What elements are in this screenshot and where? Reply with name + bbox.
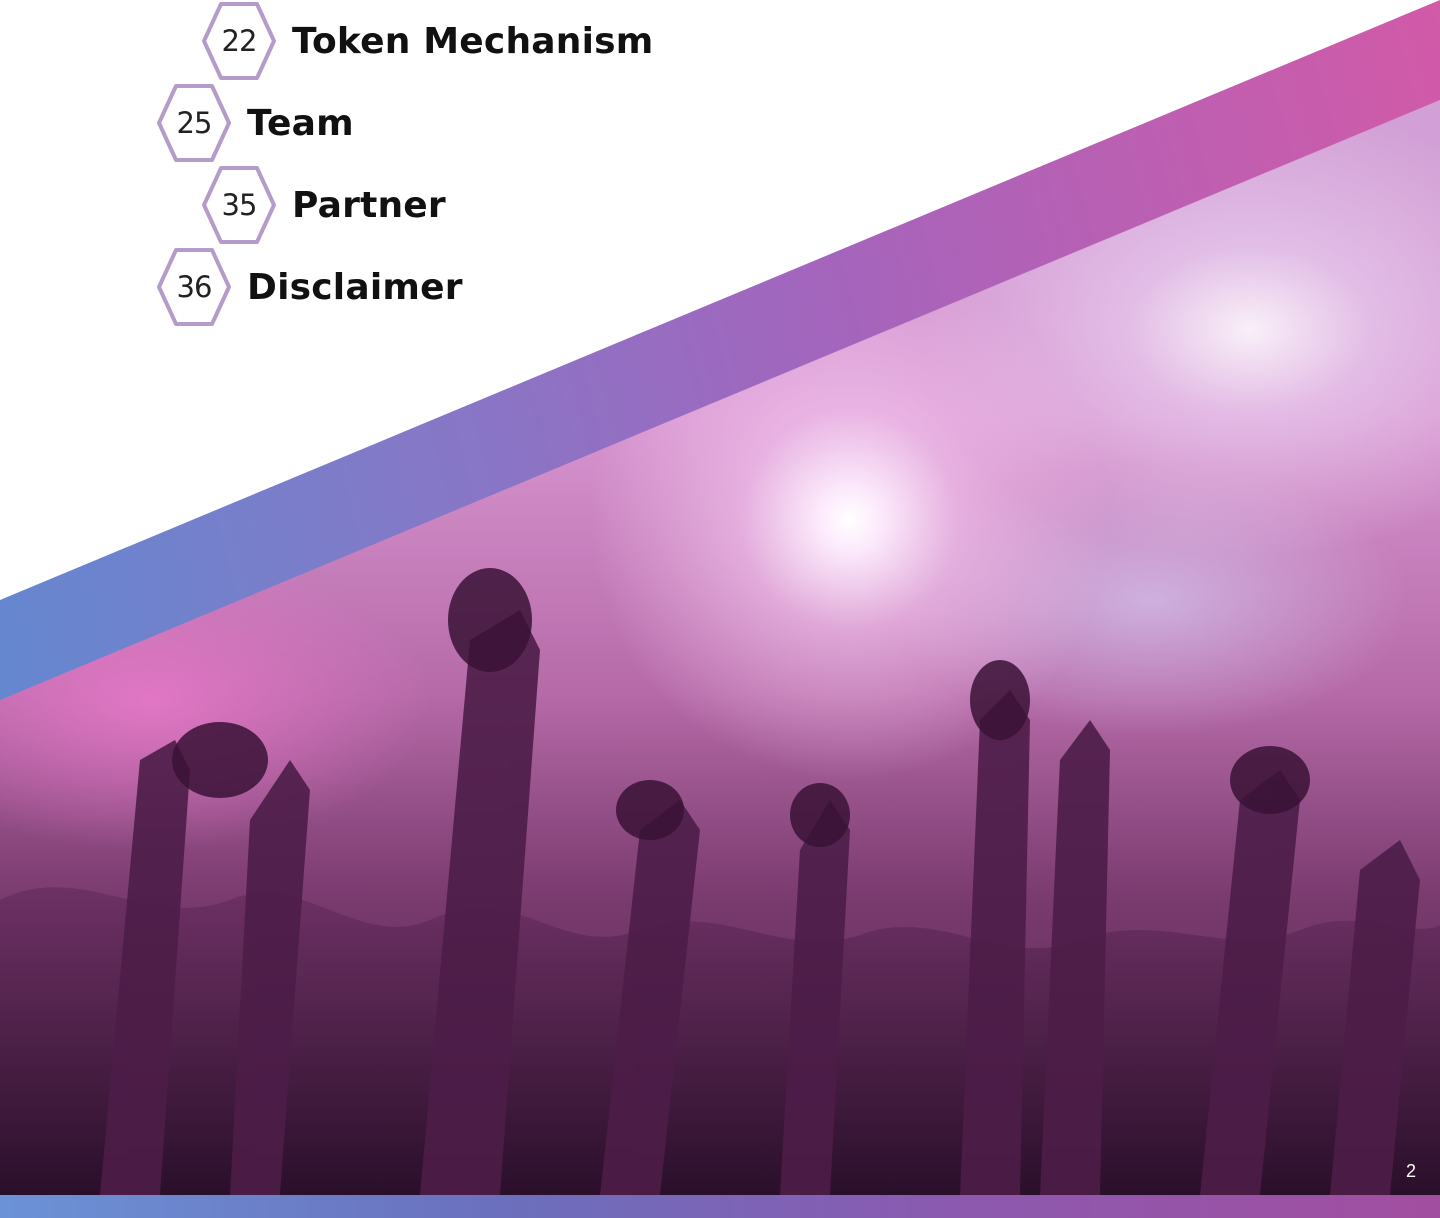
toc-page-number: 35 [221, 188, 258, 222]
toc-title: Token Mechanism [292, 20, 654, 62]
toc-item-team[interactable]: 25 Team [155, 82, 354, 164]
toc-item-disclaimer[interactable]: 36 Disclaimer [155, 246, 463, 328]
page-number: 2 [1405, 1161, 1416, 1181]
toc-title: Disclaimer [247, 266, 463, 308]
bottom-gradient-bar [0, 1195, 1440, 1218]
hexagon-badge-icon: 22 [200, 0, 278, 82]
hexagon-badge-icon: 25 [155, 82, 233, 164]
toc-title: Team [247, 102, 354, 144]
toc-page-number: 22 [221, 24, 258, 58]
hexagon-badge-icon: 35 [200, 164, 278, 246]
toc-page-number: 25 [176, 106, 213, 140]
toc-title: Partner [292, 184, 446, 226]
toc-item-token-mechanism[interactable]: 22 Token Mechanism [200, 0, 653, 82]
hexagon-badge-icon: 36 [155, 246, 233, 328]
slide-page: 22 Token Mechanism 25 Team 35 Partner 36 [0, 0, 1440, 1218]
toc-page-number: 36 [176, 270, 213, 304]
toc-item-partner[interactable]: 35 Partner [200, 164, 446, 246]
